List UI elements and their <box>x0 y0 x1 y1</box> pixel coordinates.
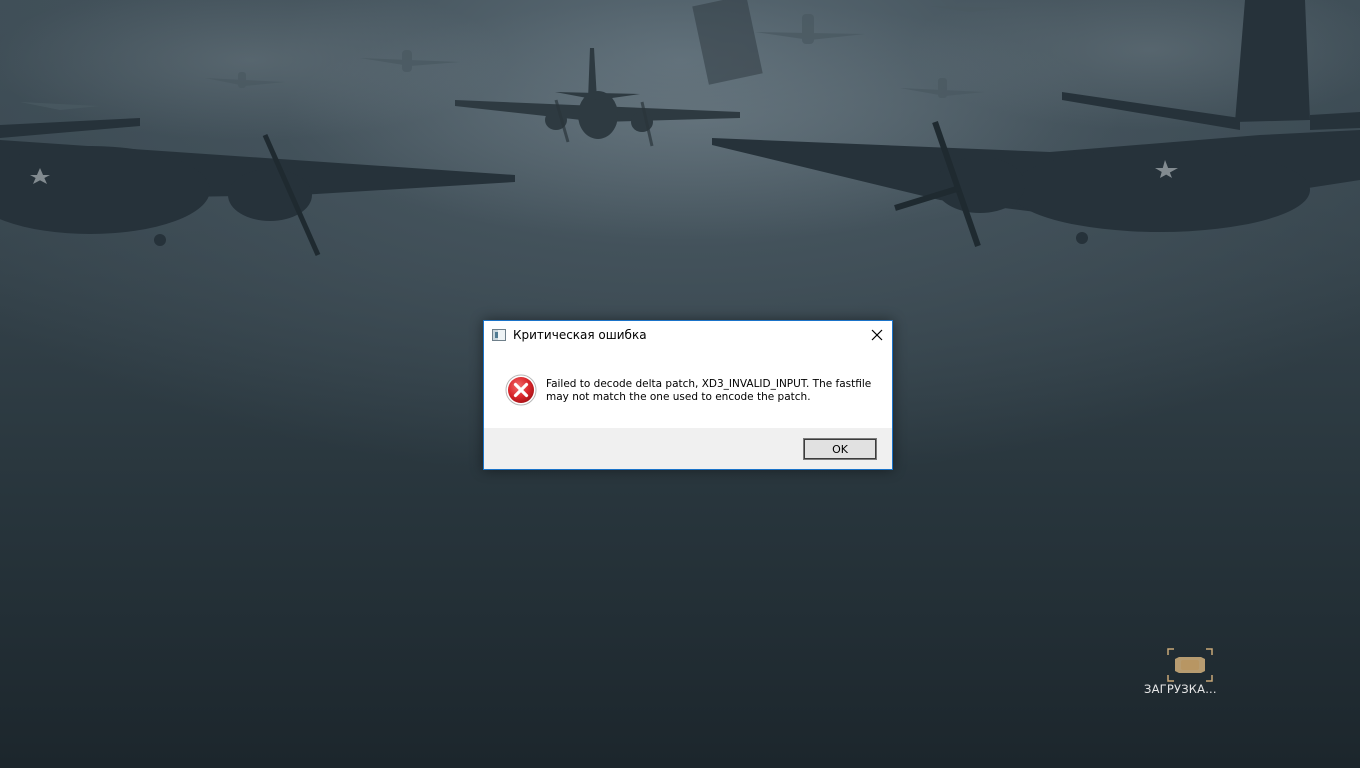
error-message: Failed to decode delta patch, XD3_INVALI… <box>546 378 872 403</box>
dialog-title: Критическая ошибка <box>513 328 647 342</box>
ok-button[interactable]: OK <box>803 438 877 460</box>
dialog-titlebar[interactable]: Критическая ошибка <box>484 321 892 351</box>
application-window-icon <box>492 329 506 341</box>
close-icon <box>871 329 883 341</box>
error-x-icon <box>505 374 537 406</box>
dialog-footer: OK <box>484 428 892 469</box>
loading-indicator: ЗАГРУЗКА... <box>1140 646 1220 706</box>
loading-label: ЗАГРУЗКА... <box>1144 682 1217 696</box>
dialog-content: Failed to decode delta patch, XD3_INVALI… <box>484 351 892 429</box>
loading-brackets-icon <box>1167 648 1213 682</box>
critical-error-dialog: Критическая ошибка Failed to decode delt… <box>483 320 893 470</box>
close-button[interactable] <box>862 321 892 349</box>
